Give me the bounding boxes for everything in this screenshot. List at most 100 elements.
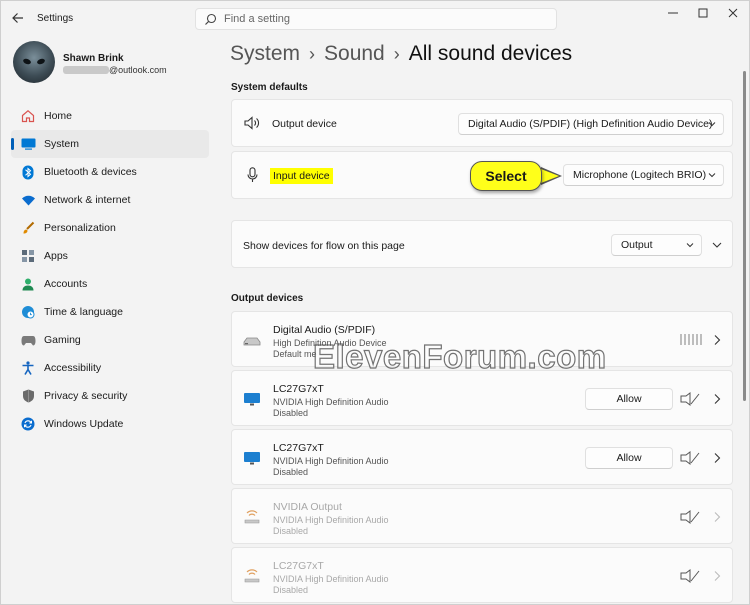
breadcrumb-chevron-icon: › — [309, 44, 316, 64]
microphone-icon — [247, 167, 258, 182]
monitor-icon — [244, 393, 260, 406]
device-status: Disabled — [273, 408, 309, 418]
device-row-lc27g7xt-1[interactable]: LC27G7xT NVIDIA High Definition Audio Di… — [231, 370, 733, 426]
sidebar-item-label: Network & internet — [44, 194, 131, 206]
breadcrumb: System › Sound › All sound devices — [230, 42, 572, 66]
scrollbar[interactable] — [743, 71, 746, 401]
volume-muted-icon — [680, 392, 700, 406]
system-defaults-heading: System defaults — [231, 82, 308, 93]
volume-muted-icon — [680, 569, 700, 583]
speaker-icon — [244, 569, 260, 583]
select-callout: Select — [470, 161, 542, 191]
globe-clock-icon — [20, 304, 36, 320]
device-name: NVIDIA Output — [273, 501, 342, 513]
sidebar-item-label: Accounts — [44, 278, 88, 290]
device-row-lc27g7xt-2[interactable]: LC27G7xT NVIDIA High Definition Audio Di… — [231, 429, 733, 485]
output-device-dropdown[interactable]: Digital Audio (S/PDIF) (High Definition … — [458, 113, 724, 135]
chevron-right-icon[interactable] — [713, 393, 721, 405]
callout-pointer — [541, 169, 559, 183]
device-row-nvidia-output[interactable]: NVIDIA Output NVIDIA High Definition Aud… — [231, 488, 733, 544]
sidebar-item-label: Time & language — [44, 306, 123, 318]
search-icon — [205, 13, 217, 25]
system-icon — [20, 136, 36, 152]
sidebar-item-gaming[interactable]: Gaming — [11, 326, 209, 354]
allow-button[interactable]: Allow — [585, 447, 673, 469]
sidebar-item-privacy[interactable]: Privacy & security — [11, 382, 209, 410]
sidebar-item-label: Windows Update — [44, 418, 124, 430]
sidebar-item-time-language[interactable]: Time & language — [11, 298, 209, 326]
sidebar-item-system[interactable]: System — [11, 130, 209, 158]
speaker-icon — [244, 116, 259, 130]
device-driver: NVIDIA High Definition Audio — [273, 574, 389, 584]
sidebar-item-label: Privacy & security — [44, 390, 128, 402]
sidebar-item-windows-update[interactable]: Windows Update — [11, 410, 209, 438]
close-icon — [728, 8, 738, 18]
email-redacted — [63, 66, 109, 74]
shield-icon — [20, 388, 36, 404]
chevron-right-icon[interactable] — [713, 570, 721, 582]
page-title: All sound devices — [408, 42, 573, 65]
device-status: Default me — [273, 349, 317, 359]
volume-meter — [680, 334, 702, 345]
chevron-right-icon[interactable] — [713, 511, 721, 523]
flow-devices-label: Show devices for flow on this page — [243, 240, 405, 252]
apps-icon — [20, 248, 36, 264]
brush-icon — [20, 220, 36, 236]
volume-muted-icon — [680, 510, 700, 524]
chevron-down-icon — [686, 243, 694, 248]
sidebar-item-apps[interactable]: Apps — [11, 242, 209, 270]
input-device-value: Microphone (Logitech BRIO) — [573, 169, 707, 181]
sidebar-item-label: Personalization — [44, 222, 116, 234]
sidebar-item-bluetooth[interactable]: Bluetooth & devices — [11, 158, 209, 186]
device-name: LC27G7xT — [273, 383, 324, 395]
avatar[interactable] — [13, 41, 55, 83]
sidebar-item-label: Accessibility — [44, 362, 102, 374]
device-name: Digital Audio (S/PDIF) — [273, 324, 376, 336]
input-device-label: Input device — [270, 168, 333, 184]
sidebar-item-home[interactable]: Home — [11, 102, 209, 130]
minimize-button[interactable] — [661, 5, 685, 21]
sidebar-item-label: Bluetooth & devices — [44, 166, 137, 178]
device-driver: NVIDIA High Definition Audio — [273, 397, 389, 407]
sidebar-item-personalization[interactable]: Personalization — [11, 214, 209, 242]
device-driver: NVIDIA High Definition Audio — [273, 456, 389, 466]
sidebar-item-accounts[interactable]: Accounts — [11, 270, 209, 298]
chevron-right-icon[interactable] — [713, 452, 721, 464]
chevron-right-icon[interactable] — [713, 334, 721, 346]
allow-button[interactable]: Allow — [585, 388, 673, 410]
device-row-lc27g7xt-3[interactable]: LC27G7xT NVIDIA High Definition Audio Di… — [231, 547, 733, 603]
maximize-button[interactable] — [691, 5, 715, 21]
output-devices-heading: Output devices — [231, 293, 304, 304]
device-driver: NVIDIA High Definition Audio — [273, 515, 389, 525]
output-device-row: Output device Digital Audio (S/PDIF) (Hi… — [231, 99, 733, 147]
bluetooth-icon — [20, 164, 36, 180]
accounts-icon — [20, 276, 36, 292]
input-device-dropdown[interactable]: Microphone (Logitech BRIO) — [563, 164, 724, 186]
maximize-icon — [698, 8, 708, 18]
sidebar-item-accessibility[interactable]: Accessibility — [11, 354, 209, 382]
device-name: LC27G7xT — [273, 560, 324, 572]
sidebar-item-network[interactable]: Network & internet — [11, 186, 209, 214]
breadcrumb-system[interactable]: System — [230, 42, 300, 65]
breadcrumb-chevron-icon: › — [393, 44, 400, 64]
close-button[interactable] — [721, 5, 745, 21]
device-status: Disabled — [273, 526, 309, 536]
expand-chevron-icon[interactable] — [712, 241, 722, 249]
sidebar-item-label: Gaming — [44, 334, 81, 346]
flow-devices-dropdown[interactable]: Output — [611, 234, 702, 256]
gamepad-icon — [20, 332, 36, 348]
sidebar-item-label: System — [44, 138, 80, 150]
chevron-down-icon — [708, 122, 716, 127]
monitor-icon — [244, 452, 260, 465]
search-box[interactable] — [195, 8, 557, 30]
sidebar-item-label: Home — [44, 110, 73, 122]
home-icon — [20, 108, 36, 124]
watermark: ElevenForum.com — [312, 337, 607, 375]
breadcrumb-sound[interactable]: Sound — [324, 42, 385, 65]
update-icon — [20, 416, 36, 432]
search-input[interactable] — [224, 11, 544, 27]
sidebar-nav: Home System Bluetooth & devices Network … — [11, 102, 209, 438]
volume-muted-icon — [680, 451, 700, 465]
minimize-icon — [668, 12, 678, 14]
back-arrow-icon[interactable] — [10, 10, 26, 26]
